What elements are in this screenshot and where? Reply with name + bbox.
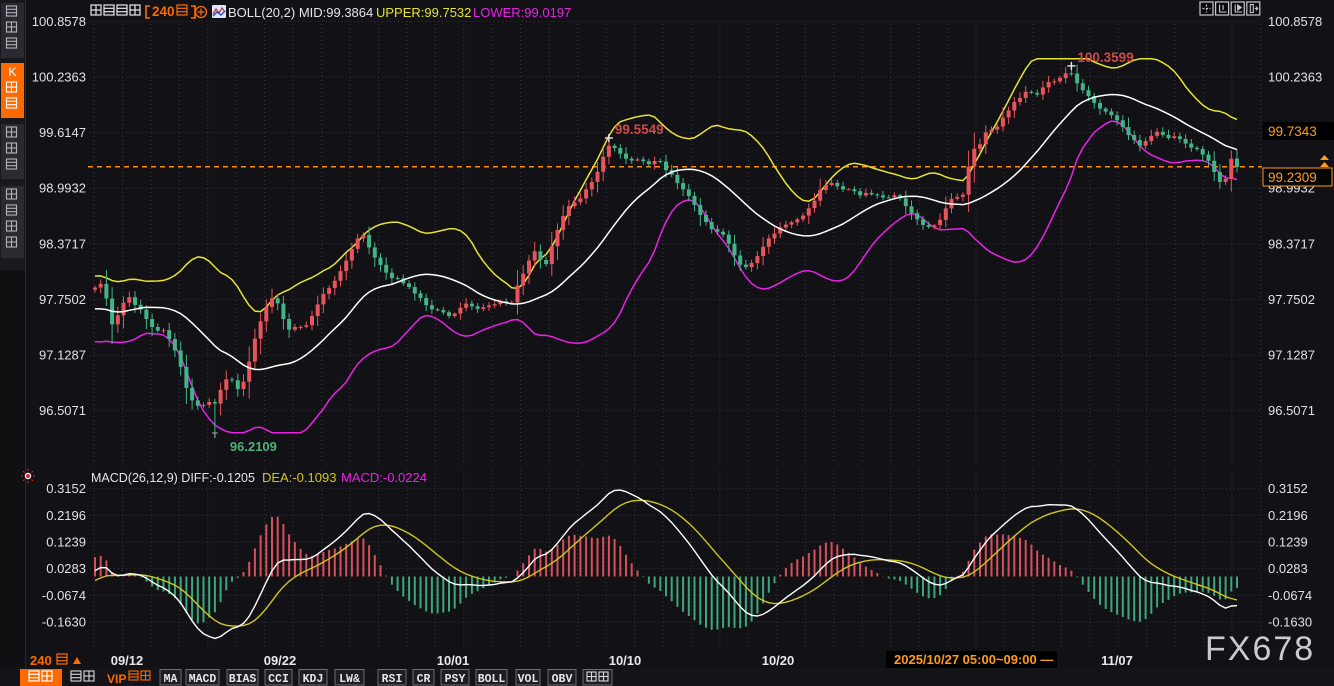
svg-text:BOLL: BOLL <box>478 673 506 686</box>
svg-text:99.5549: 99.5549 <box>615 122 664 137</box>
svg-text:97.1287: 97.1287 <box>39 348 86 363</box>
svg-text:RSI: RSI <box>382 673 403 686</box>
svg-text:96.5071: 96.5071 <box>39 403 86 418</box>
svg-text:UPPER:99.7532: UPPER:99.7532 <box>376 5 471 20</box>
svg-text:0.3152: 0.3152 <box>46 481 86 496</box>
svg-text:99.6147: 99.6147 <box>39 125 86 140</box>
svg-text:FX678: FX678 <box>1205 630 1315 668</box>
svg-text:240: 240 <box>30 653 52 668</box>
svg-text:0.2196: 0.2196 <box>46 508 86 523</box>
svg-text:100.2363: 100.2363 <box>1268 70 1322 85</box>
svg-text:09/12: 09/12 <box>111 653 144 668</box>
svg-text:BIAS: BIAS <box>229 673 257 686</box>
svg-text:KDJ: KDJ <box>303 673 324 686</box>
svg-text:LW&: LW& <box>339 673 360 686</box>
svg-text:OBV: OBV <box>552 673 573 686</box>
svg-text:DEA:-0.1093: DEA:-0.1093 <box>262 470 336 485</box>
svg-text:10/10: 10/10 <box>609 653 642 668</box>
svg-text:10/20: 10/20 <box>762 653 795 668</box>
svg-text:09/22: 09/22 <box>264 653 297 668</box>
svg-text:0.1239: 0.1239 <box>46 535 86 550</box>
svg-text:-0.0674: -0.0674 <box>1268 588 1312 603</box>
svg-text:0.3152: 0.3152 <box>1268 481 1308 496</box>
svg-text:PSY: PSY <box>445 673 466 686</box>
svg-text:97.7502: 97.7502 <box>39 292 86 307</box>
svg-text:0.2196: 0.2196 <box>1268 508 1308 523</box>
svg-text:2025/10/27 05:00~09:00 —: 2025/10/27 05:00~09:00 — <box>894 652 1053 667</box>
svg-text:97.1287: 97.1287 <box>1268 348 1315 363</box>
svg-text:100.2363: 100.2363 <box>32 70 86 85</box>
svg-text:10/01: 10/01 <box>437 653 470 668</box>
svg-text:99.2309: 99.2309 <box>1268 170 1317 185</box>
svg-text:CR: CR <box>417 673 431 686</box>
svg-text:VIP: VIP <box>107 672 126 686</box>
svg-text:100.8578: 100.8578 <box>32 14 86 29</box>
svg-text:BOLL(20,2) MID:99.3864: BOLL(20,2) MID:99.3864 <box>228 5 373 20</box>
svg-text:98.9932: 98.9932 <box>39 181 86 196</box>
svg-text:MA: MA <box>164 673 178 686</box>
svg-text:0.0283: 0.0283 <box>46 561 86 576</box>
svg-text:CCI: CCI <box>268 673 289 686</box>
svg-text:0.0283: 0.0283 <box>1268 561 1308 576</box>
svg-text:11/07: 11/07 <box>1101 653 1133 668</box>
svg-text:100.3599: 100.3599 <box>1077 50 1133 65</box>
svg-text:240: 240 <box>152 4 175 19</box>
svg-text:MACD: MACD <box>189 673 217 686</box>
svg-text:97.7502: 97.7502 <box>1268 292 1315 307</box>
svg-text:99.7343: 99.7343 <box>1268 124 1317 139</box>
svg-text:MACD(26,12,9) DIFF:-0.1205: MACD(26,12,9) DIFF:-0.1205 <box>91 471 255 485</box>
svg-text:0.1239: 0.1239 <box>1268 535 1308 550</box>
svg-text:-0.1630: -0.1630 <box>42 615 86 630</box>
svg-text:K: K <box>8 65 16 79</box>
svg-text:MACD:-0.0224: MACD:-0.0224 <box>341 470 427 485</box>
svg-text:VOL: VOL <box>518 673 539 686</box>
svg-text:-0.1630: -0.1630 <box>1268 615 1312 630</box>
svg-text:98.3717: 98.3717 <box>39 236 86 251</box>
svg-text:98.3717: 98.3717 <box>1268 236 1315 251</box>
svg-text:-0.0674: -0.0674 <box>42 588 86 603</box>
svg-text:96.5071: 96.5071 <box>1268 403 1315 418</box>
svg-text:96.2109: 96.2109 <box>230 439 277 454</box>
svg-text:100.8578: 100.8578 <box>1268 14 1322 29</box>
svg-text:LOWER:99.0197: LOWER:99.0197 <box>473 5 571 20</box>
